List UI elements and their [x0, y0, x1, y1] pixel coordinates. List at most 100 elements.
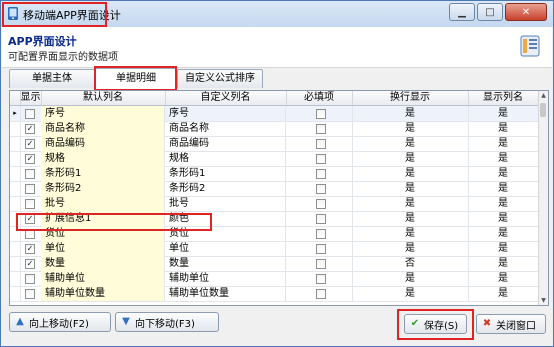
- required-checkbox[interactable]: [316, 259, 326, 269]
- show-checkbox[interactable]: [25, 199, 35, 209]
- show-colname-cell[interactable]: 是: [468, 271, 538, 286]
- scroll-thumb[interactable]: [540, 103, 546, 117]
- custom-name-cell[interactable]: 条形码1: [165, 166, 286, 181]
- table-row[interactable]: 条形码1 条形码1 是是: [10, 166, 538, 182]
- table-row[interactable]: 辅助单位 辅助单位 是是: [10, 271, 538, 287]
- table-row[interactable]: ▸ 序号 序号是是: [10, 106, 538, 122]
- custom-name-cell[interactable]: 辅助单位数量: [165, 286, 286, 301]
- required-checkbox[interactable]: [316, 214, 326, 224]
- required-checkbox[interactable]: [316, 154, 326, 164]
- table-row[interactable]: ✓ 规格 规格 是是: [10, 151, 538, 167]
- table-row[interactable]: 批号 批号 是是: [10, 196, 538, 212]
- table-row[interactable]: ✓ 数量 数量 否是: [10, 256, 538, 272]
- required-checkbox[interactable]: [316, 244, 326, 254]
- wrap-cell[interactable]: 否: [352, 256, 469, 271]
- show-colname-cell[interactable]: 是: [468, 166, 538, 181]
- wrap-cell[interactable]: 是: [352, 106, 469, 121]
- show-colname-cell[interactable]: 是: [468, 211, 538, 226]
- show-colname-cell[interactable]: 是: [468, 121, 538, 136]
- minimize-button[interactable]: ▁: [449, 3, 475, 21]
- show-colname-cell[interactable]: 是: [468, 256, 538, 271]
- wrap-cell[interactable]: 是: [352, 271, 469, 286]
- default-name-cell: 单位: [41, 241, 165, 256]
- show-colname-cell[interactable]: 是: [468, 196, 538, 211]
- wrap-cell[interactable]: 是: [352, 121, 469, 136]
- header-custom-name[interactable]: 自定义列名: [165, 91, 287, 105]
- table-row[interactable]: 辅助单位数量 辅助单位数量 是是: [10, 286, 538, 302]
- arrow-up-icon: ▲: [16, 316, 24, 327]
- wrap-cell[interactable]: 是: [352, 241, 469, 256]
- custom-name-cell[interactable]: 数量: [165, 256, 286, 271]
- show-colname-cell[interactable]: 是: [468, 136, 538, 151]
- header-wrap[interactable]: 换行显示: [352, 91, 469, 105]
- maximize-button[interactable]: □: [477, 3, 503, 21]
- show-checkbox[interactable]: ✓: [25, 139, 35, 149]
- show-checkbox[interactable]: ✓: [25, 244, 35, 254]
- wrap-cell[interactable]: 是: [352, 136, 469, 151]
- header-show-colname[interactable]: 显示列名: [468, 91, 538, 105]
- required-checkbox[interactable]: [316, 139, 326, 149]
- show-colname-cell[interactable]: 是: [468, 181, 538, 196]
- required-checkbox[interactable]: [316, 274, 326, 284]
- table-row[interactable]: ✓ 商品编码 商品编码 是是: [10, 136, 538, 152]
- custom-name-cell[interactable]: 批号: [165, 196, 286, 211]
- required-checkbox[interactable]: [316, 229, 326, 239]
- required-checkbox[interactable]: [316, 184, 326, 194]
- header-show[interactable]: 显示: [20, 91, 42, 105]
- move-down-label: 向下移动(F3): [135, 318, 195, 330]
- wrap-cell[interactable]: 是: [352, 151, 469, 166]
- default-name-cell: 商品名称: [41, 121, 165, 136]
- custom-name-cell[interactable]: 序号: [165, 106, 286, 121]
- show-checkbox[interactable]: [25, 169, 35, 179]
- show-checkbox[interactable]: ✓: [25, 259, 35, 269]
- scroll-down-icon[interactable]: ▼: [539, 296, 548, 305]
- custom-name-cell[interactable]: 商品编码: [165, 136, 286, 151]
- wrap-cell[interactable]: 是: [352, 166, 469, 181]
- default-name-cell: 辅助单位数量: [41, 286, 165, 301]
- custom-name-cell[interactable]: 条形码2: [165, 181, 286, 196]
- required-checkbox[interactable]: [316, 109, 326, 119]
- required-checkbox[interactable]: [316, 124, 326, 134]
- table-row[interactable]: ✓ 单位 单位 是是: [10, 241, 538, 257]
- wrap-cell[interactable]: 是: [352, 211, 469, 226]
- wrap-cell[interactable]: 是: [352, 181, 469, 196]
- wrap-cell[interactable]: 是: [352, 226, 469, 241]
- tab-document-main[interactable]: 单据主体: [9, 69, 95, 88]
- move-up-button[interactable]: ▲ 向上移动(F2): [9, 312, 111, 332]
- custom-name-cell[interactable]: 辅助单位: [165, 271, 286, 286]
- close-dialog-button[interactable]: ✖ 关闭窗口: [476, 314, 546, 334]
- required-cell: [286, 136, 353, 151]
- table-row[interactable]: ✓ 商品名称 商品名称 是是: [10, 121, 538, 137]
- form-icon: [520, 35, 540, 57]
- show-checkbox[interactable]: ✓: [25, 124, 35, 134]
- close-window-button[interactable]: ✕: [505, 3, 547, 21]
- show-colname-cell[interactable]: 是: [468, 106, 538, 121]
- move-down-button[interactable]: ▼ 向下移动(F3): [115, 312, 219, 332]
- custom-name-cell[interactable]: 单位: [165, 241, 286, 256]
- tab-custom-sort[interactable]: 自定义公式排序: [177, 69, 263, 88]
- custom-name-cell[interactable]: 商品名称: [165, 121, 286, 136]
- show-checkbox[interactable]: ✓: [25, 154, 35, 164]
- header-default-name[interactable]: 默认列名: [41, 91, 166, 105]
- vertical-scrollbar[interactable]: ▲ ▼: [538, 91, 548, 305]
- table-row[interactable]: 条形码2 条形码2 是是: [10, 181, 538, 197]
- show-checkbox[interactable]: [25, 109, 35, 119]
- title-bar[interactable]: 移动端APP界面设计 ▁ □ ✕: [1, 1, 553, 27]
- custom-name-cell[interactable]: 规格: [165, 151, 286, 166]
- show-colname-cell[interactable]: 是: [468, 151, 538, 166]
- show-colname-cell[interactable]: 是: [468, 286, 538, 301]
- show-colname-cell[interactable]: 是: [468, 226, 538, 241]
- show-checkbox[interactable]: [25, 184, 35, 194]
- required-checkbox[interactable]: [316, 289, 326, 299]
- header-required[interactable]: 必填项: [286, 91, 353, 105]
- wrap-cell[interactable]: 是: [352, 196, 469, 211]
- show-colname-cell[interactable]: 是: [468, 241, 538, 256]
- required-checkbox[interactable]: [316, 199, 326, 209]
- required-checkbox[interactable]: [316, 169, 326, 179]
- tab-highlight-box: [94, 66, 177, 91]
- show-checkbox[interactable]: [25, 274, 35, 284]
- scroll-up-icon[interactable]: ▲: [539, 91, 548, 100]
- wrap-cell[interactable]: 是: [352, 286, 469, 301]
- show-checkbox[interactable]: [25, 289, 35, 299]
- default-name-cell: 序号: [41, 106, 165, 121]
